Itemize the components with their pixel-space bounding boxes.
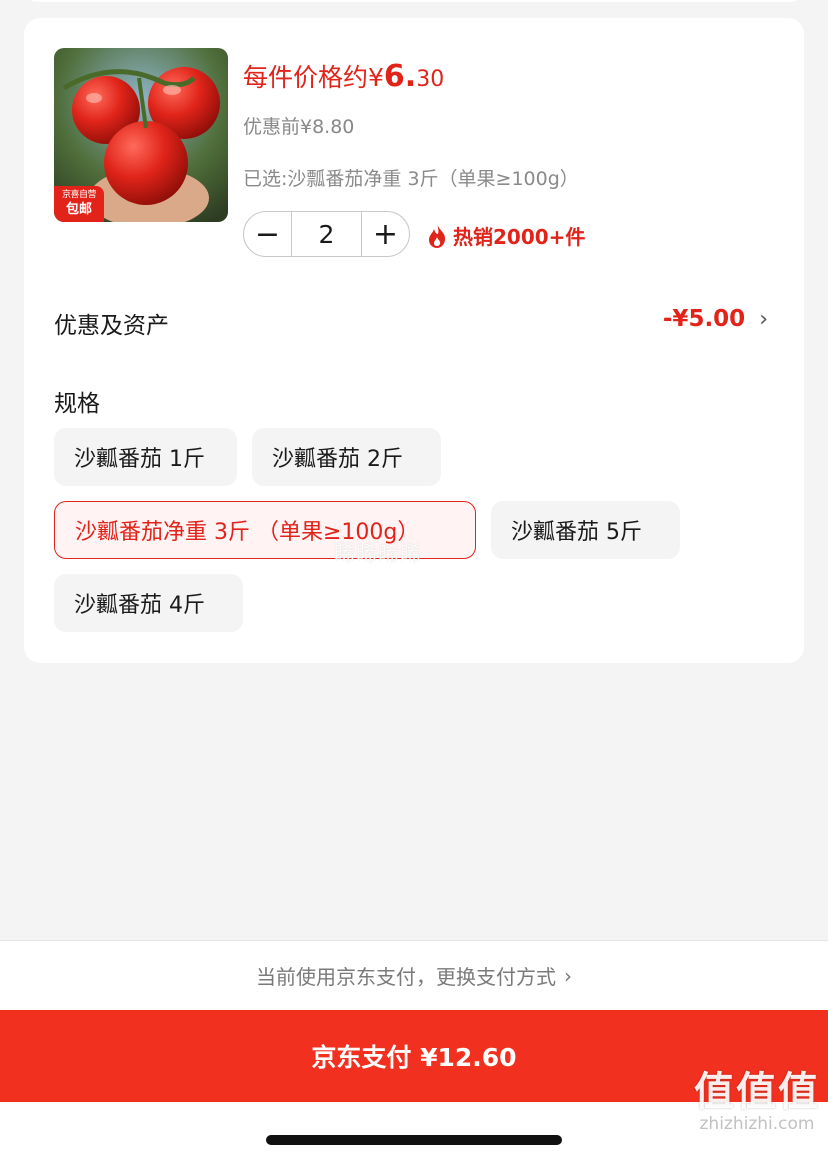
hot-sales-text: 热销2000+件 [453,225,586,249]
price-decimal: 30 [416,67,445,92]
watermark-site: zhizhizhi.com [699,1114,815,1134]
previous-card-edge [24,0,804,2]
spec-option-4[interactable]: 沙瓤番茄 4斤 [54,574,243,632]
watermark-logo: 值值值 [694,1069,820,1115]
quantity-stepper: − 2 + [243,211,410,257]
site-watermark: 值值值 zhizhizhi.com [694,1070,820,1134]
badge-self-operated: 京喜自营 [61,190,97,200]
discount-amount: -¥5.00 [662,306,746,332]
discount-row-value[interactable]: -¥5.00 › [663,306,768,332]
hot-sales-label: 热销2000+件 [427,221,585,250]
original-price: 优惠前¥8.80 [243,116,355,138]
flame-icon [429,223,446,248]
change-payment-method[interactable]: 当前使用京东支付，更换支付方式 › [0,940,828,1010]
spec-option-2[interactable]: 沙瓤番茄 2斤 [252,428,441,486]
chevron-right-icon: › [759,306,768,332]
discount-row-label[interactable]: 优惠及资产 [54,306,169,340]
decrease-button[interactable]: − [244,212,291,256]
unit-price: 每件价格约¥6.30 [243,58,444,94]
overlay-watermark: 晞晞晞晞 [334,542,422,566]
badge-free-shipping: 包邮 [65,202,92,217]
chevron-right-icon: › [564,963,572,988]
shipping-badge: 京喜自营 包邮 [54,186,104,222]
product-card: 京喜自营 包邮 每件价格约¥6.30 优惠前¥8.80 已选:沙瓢番茄净重 3斤… [24,18,804,663]
price-prefix: 每件价格约 [243,63,369,92]
product-image[interactable]: 京喜自营 包邮 [54,48,228,222]
price-integer: 6. [383,59,417,94]
spec-option-1[interactable]: 沙瓤番茄 1斤 [54,428,237,486]
quantity-value[interactable]: 2 [291,212,362,256]
increase-button[interactable]: + [362,212,409,256]
price-currency: ¥ [368,63,384,92]
spec-section-title: 规格 [54,391,100,417]
payment-switch-text: 当前使用京东支付，更换支付方式 [256,965,556,989]
home-indicator[interactable] [266,1135,562,1145]
selected-spec-text: 已选:沙瓢番茄净重 3斤（单果≥100g） [243,168,579,190]
spec-option-5[interactable]: 沙瓤番茄 5斤 [491,501,680,559]
